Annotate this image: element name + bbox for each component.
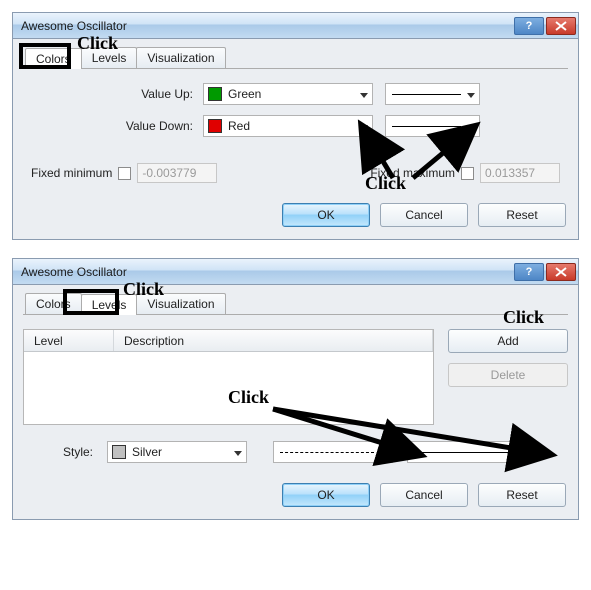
button-bar: OK Cancel Reset (13, 473, 578, 519)
style-color-text: Silver (132, 445, 162, 459)
value-down-label: Value Down: (23, 119, 203, 133)
chevron-down-icon (360, 87, 368, 101)
chevron-down-icon (467, 119, 475, 133)
help-button[interactable]: ? (514, 263, 544, 281)
line-preview-solid (392, 94, 461, 95)
fixed-max-group: Fixed maximum (370, 163, 560, 183)
close-icon (555, 267, 567, 277)
style-swatch (112, 445, 126, 459)
ok-button[interactable]: OK (282, 483, 370, 507)
fixed-min-checkbox[interactable] (118, 167, 131, 180)
tab-colors[interactable]: Colors (25, 293, 82, 314)
line-preview-solid (414, 452, 508, 453)
fixed-min-label: Fixed minimum (31, 166, 112, 180)
help-button[interactable]: ? (514, 17, 544, 35)
tabstrip: Colors Levels Visualization (23, 293, 568, 315)
tab-visualization[interactable]: Visualization (136, 293, 225, 314)
add-button[interactable]: Add (448, 329, 568, 353)
col-description[interactable]: Description (114, 330, 433, 351)
tabstrip: Colors Levels Visualization (23, 47, 568, 69)
level-table-header: Level Description (24, 330, 433, 352)
chevron-down-icon (380, 445, 388, 459)
fixed-max-value (480, 163, 560, 183)
reset-button[interactable]: Reset (478, 483, 566, 507)
ok-button[interactable]: OK (282, 203, 370, 227)
close-button[interactable] (546, 17, 576, 35)
tab-levels[interactable]: Levels (81, 47, 138, 68)
close-button[interactable] (546, 263, 576, 281)
tab-visualization[interactable]: Visualization (136, 47, 225, 68)
reset-button[interactable]: Reset (478, 203, 566, 227)
row-value-down: Value Down: Red (23, 115, 568, 137)
titlebar: Awesome Oscillator ? (13, 13, 578, 39)
value-down-color-text: Red (228, 119, 250, 133)
dialog-colors: Awesome Oscillator ? Colors Levels Visua… (12, 12, 579, 240)
style-label: Style: (63, 445, 93, 459)
line-preview-solid (392, 126, 461, 127)
value-down-swatch (208, 119, 222, 133)
cancel-button[interactable]: Cancel (380, 203, 468, 227)
tab-levels[interactable]: Levels (81, 294, 138, 315)
fixed-min-group: Fixed minimum (31, 163, 217, 183)
level-area: Level Description Add Delete (23, 329, 568, 425)
chevron-down-icon (514, 445, 522, 459)
titlebar: Awesome Oscillator ? (13, 259, 578, 285)
chevron-down-icon (234, 445, 242, 459)
level-side-buttons: Add Delete (448, 329, 568, 425)
chevron-down-icon (360, 119, 368, 133)
fixed-min-value (137, 163, 217, 183)
level-table[interactable]: Level Description (23, 329, 434, 425)
col-level[interactable]: Level (24, 330, 114, 351)
title-text: Awesome Oscillator (21, 265, 512, 279)
dialog-levels: Awesome Oscillator ? Colors Levels Visua… (12, 258, 579, 520)
value-up-swatch (208, 87, 222, 101)
row-value-up: Value Up: Green (23, 83, 568, 105)
line-preview-dashed (280, 452, 374, 453)
style-dash-combo[interactable] (273, 441, 393, 463)
value-down-color-combo[interactable]: Red (203, 115, 373, 137)
style-row: Style: Silver (23, 441, 568, 463)
value-down-linestyle-combo[interactable] (385, 115, 480, 137)
fixed-max-label: Fixed maximum (370, 166, 455, 180)
fixed-max-checkbox[interactable] (461, 167, 474, 180)
button-bar: OK Cancel Reset (13, 193, 578, 239)
fixed-row: Fixed minimum Fixed maximum (23, 163, 568, 183)
style-width-combo[interactable] (407, 441, 527, 463)
chevron-down-icon (467, 87, 475, 101)
delete-button: Delete (448, 363, 568, 387)
value-up-color-text: Green (228, 87, 261, 101)
cancel-button[interactable]: Cancel (380, 483, 468, 507)
value-up-label: Value Up: (23, 87, 203, 101)
close-icon (555, 21, 567, 31)
style-color-combo[interactable]: Silver (107, 441, 247, 463)
value-up-color-combo[interactable]: Green (203, 83, 373, 105)
value-up-linestyle-combo[interactable] (385, 83, 480, 105)
title-text: Awesome Oscillator (21, 19, 512, 33)
tab-colors[interactable]: Colors (25, 48, 82, 69)
